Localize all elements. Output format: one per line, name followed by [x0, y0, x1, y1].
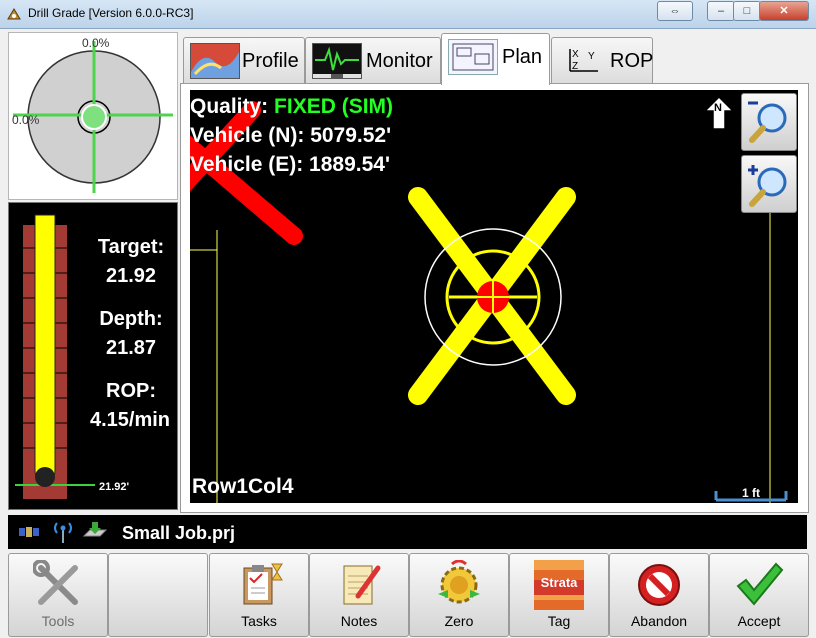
- restore-tab-button[interactable]: ⇔: [657, 1, 693, 21]
- zero-gear-icon: [438, 560, 480, 604]
- svg-text:X: X: [572, 49, 579, 60]
- abandon-button[interactable]: Abandon: [609, 553, 709, 637]
- depth-label: Depth:: [99, 308, 163, 330]
- button-label: Accept: [737, 613, 781, 629]
- tools-button[interactable]: Tools: [8, 553, 108, 637]
- quality-line: Quality: FIXED (SIM): [190, 95, 393, 119]
- slope-bubble-panel: 0.0% 0.0%: [8, 32, 178, 200]
- zoom-out-button[interactable]: [741, 93, 797, 151]
- empty-button: [108, 553, 208, 637]
- button-label: Notes: [340, 613, 378, 629]
- xyz-axes-icon: X Y Z: [569, 49, 598, 72]
- button-label: Tag: [547, 613, 571, 629]
- tag-button[interactable]: Strata Tag: [509, 553, 609, 637]
- plan-map-icon: [448, 39, 498, 75]
- close-button[interactable]: ✕: [759, 1, 809, 21]
- strata-badge-text: Strata: [540, 575, 578, 590]
- tab-label: Profile: [242, 50, 299, 72]
- button-label: Tasks: [241, 613, 277, 629]
- gps-satellite-icon: [19, 527, 39, 537]
- vehicle-northing: Vehicle (N): 5079.52': [190, 124, 392, 147]
- zero-button[interactable]: Zero: [409, 553, 509, 637]
- app-icon: [7, 8, 21, 20]
- profile-chart-icon: [190, 43, 240, 79]
- status-bar: Small Job.prj: [8, 515, 807, 549]
- minimize-button[interactable]: –: [707, 1, 735, 21]
- target-label: Target:: [97, 236, 165, 258]
- window-title: Drill Grade [Version 6.0.0-RC3]: [28, 6, 194, 20]
- notes-button[interactable]: Notes: [309, 553, 409, 637]
- tools-wrench-icon: [33, 560, 78, 605]
- rop-label: ROP:: [106, 380, 156, 402]
- strata-tag-icon: Strata: [534, 560, 584, 610]
- tab-monitor[interactable]: Monitor: [305, 37, 441, 84]
- quality-label: Quality:: [190, 95, 269, 118]
- svg-text:Y: Y: [588, 51, 595, 62]
- plan-view-canvas[interactable]: Quality: FIXED (SIM) Vehicle (N): 5079.5…: [190, 90, 798, 503]
- quality-value: FIXED (SIM): [274, 95, 394, 118]
- north-label: N: [714, 102, 722, 114]
- tab-profile[interactable]: Profile: [183, 37, 305, 84]
- tab-label: ROP: [610, 50, 654, 72]
- tab-label: Monitor: [366, 50, 433, 72]
- zoom-in-button[interactable]: [741, 155, 797, 213]
- zoom-in-icon: [748, 165, 787, 207]
- hole-name: Row1Col4: [192, 475, 294, 498]
- target-value: 21.92: [105, 265, 157, 287]
- zoom-out-icon: [748, 101, 787, 143]
- rop-value: 4.15/min: [89, 409, 171, 431]
- no-entry-icon: [638, 564, 680, 606]
- radio-signal-icon: [54, 522, 72, 543]
- plan-drawing: [190, 101, 788, 503]
- tab-rop[interactable]: X Y Z ROP: [551, 37, 653, 84]
- monitor-waveform-icon: [312, 43, 362, 79]
- bubble-indicator: [81, 104, 107, 130]
- accept-button[interactable]: Accept: [709, 553, 809, 637]
- checkmark-icon: [736, 562, 784, 606]
- maximize-button[interactable]: □: [733, 1, 761, 21]
- target-depth-marker-label: 21.92': [99, 481, 130, 493]
- tab-label: Plan: [502, 46, 543, 68]
- notepad-pencil-icon: [343, 565, 381, 605]
- button-label: Tools: [41, 613, 75, 629]
- vehicle-easting: Vehicle (E): 1889.54': [190, 153, 390, 176]
- button-label: Zero: [444, 613, 474, 629]
- download-tray-icon: [82, 522, 108, 537]
- button-label: Abandon: [630, 613, 688, 629]
- svg-text:Z: Z: [572, 61, 578, 72]
- x-slope-label: 0.0%: [82, 36, 110, 50]
- project-name: Small Job.prj: [122, 523, 236, 543]
- clipboard-hourglass-icon: [243, 563, 283, 605]
- tab-plan[interactable]: Plan: [441, 33, 550, 85]
- depth-gauge-panel: Target: 21.92 Depth: 21.87 ROP: 4.15/min…: [8, 202, 178, 510]
- tasks-button[interactable]: Tasks: [209, 553, 309, 637]
- depth-value: 21.87: [105, 337, 157, 359]
- y-slope-label: 0.0%: [12, 113, 40, 127]
- depth-fill-bar: [34, 214, 56, 482]
- scale-label: 1 ft: [742, 486, 760, 500]
- title-bar: Drill Grade [Version 6.0.0-RC3] ⇔ – □ ✕: [0, 0, 816, 29]
